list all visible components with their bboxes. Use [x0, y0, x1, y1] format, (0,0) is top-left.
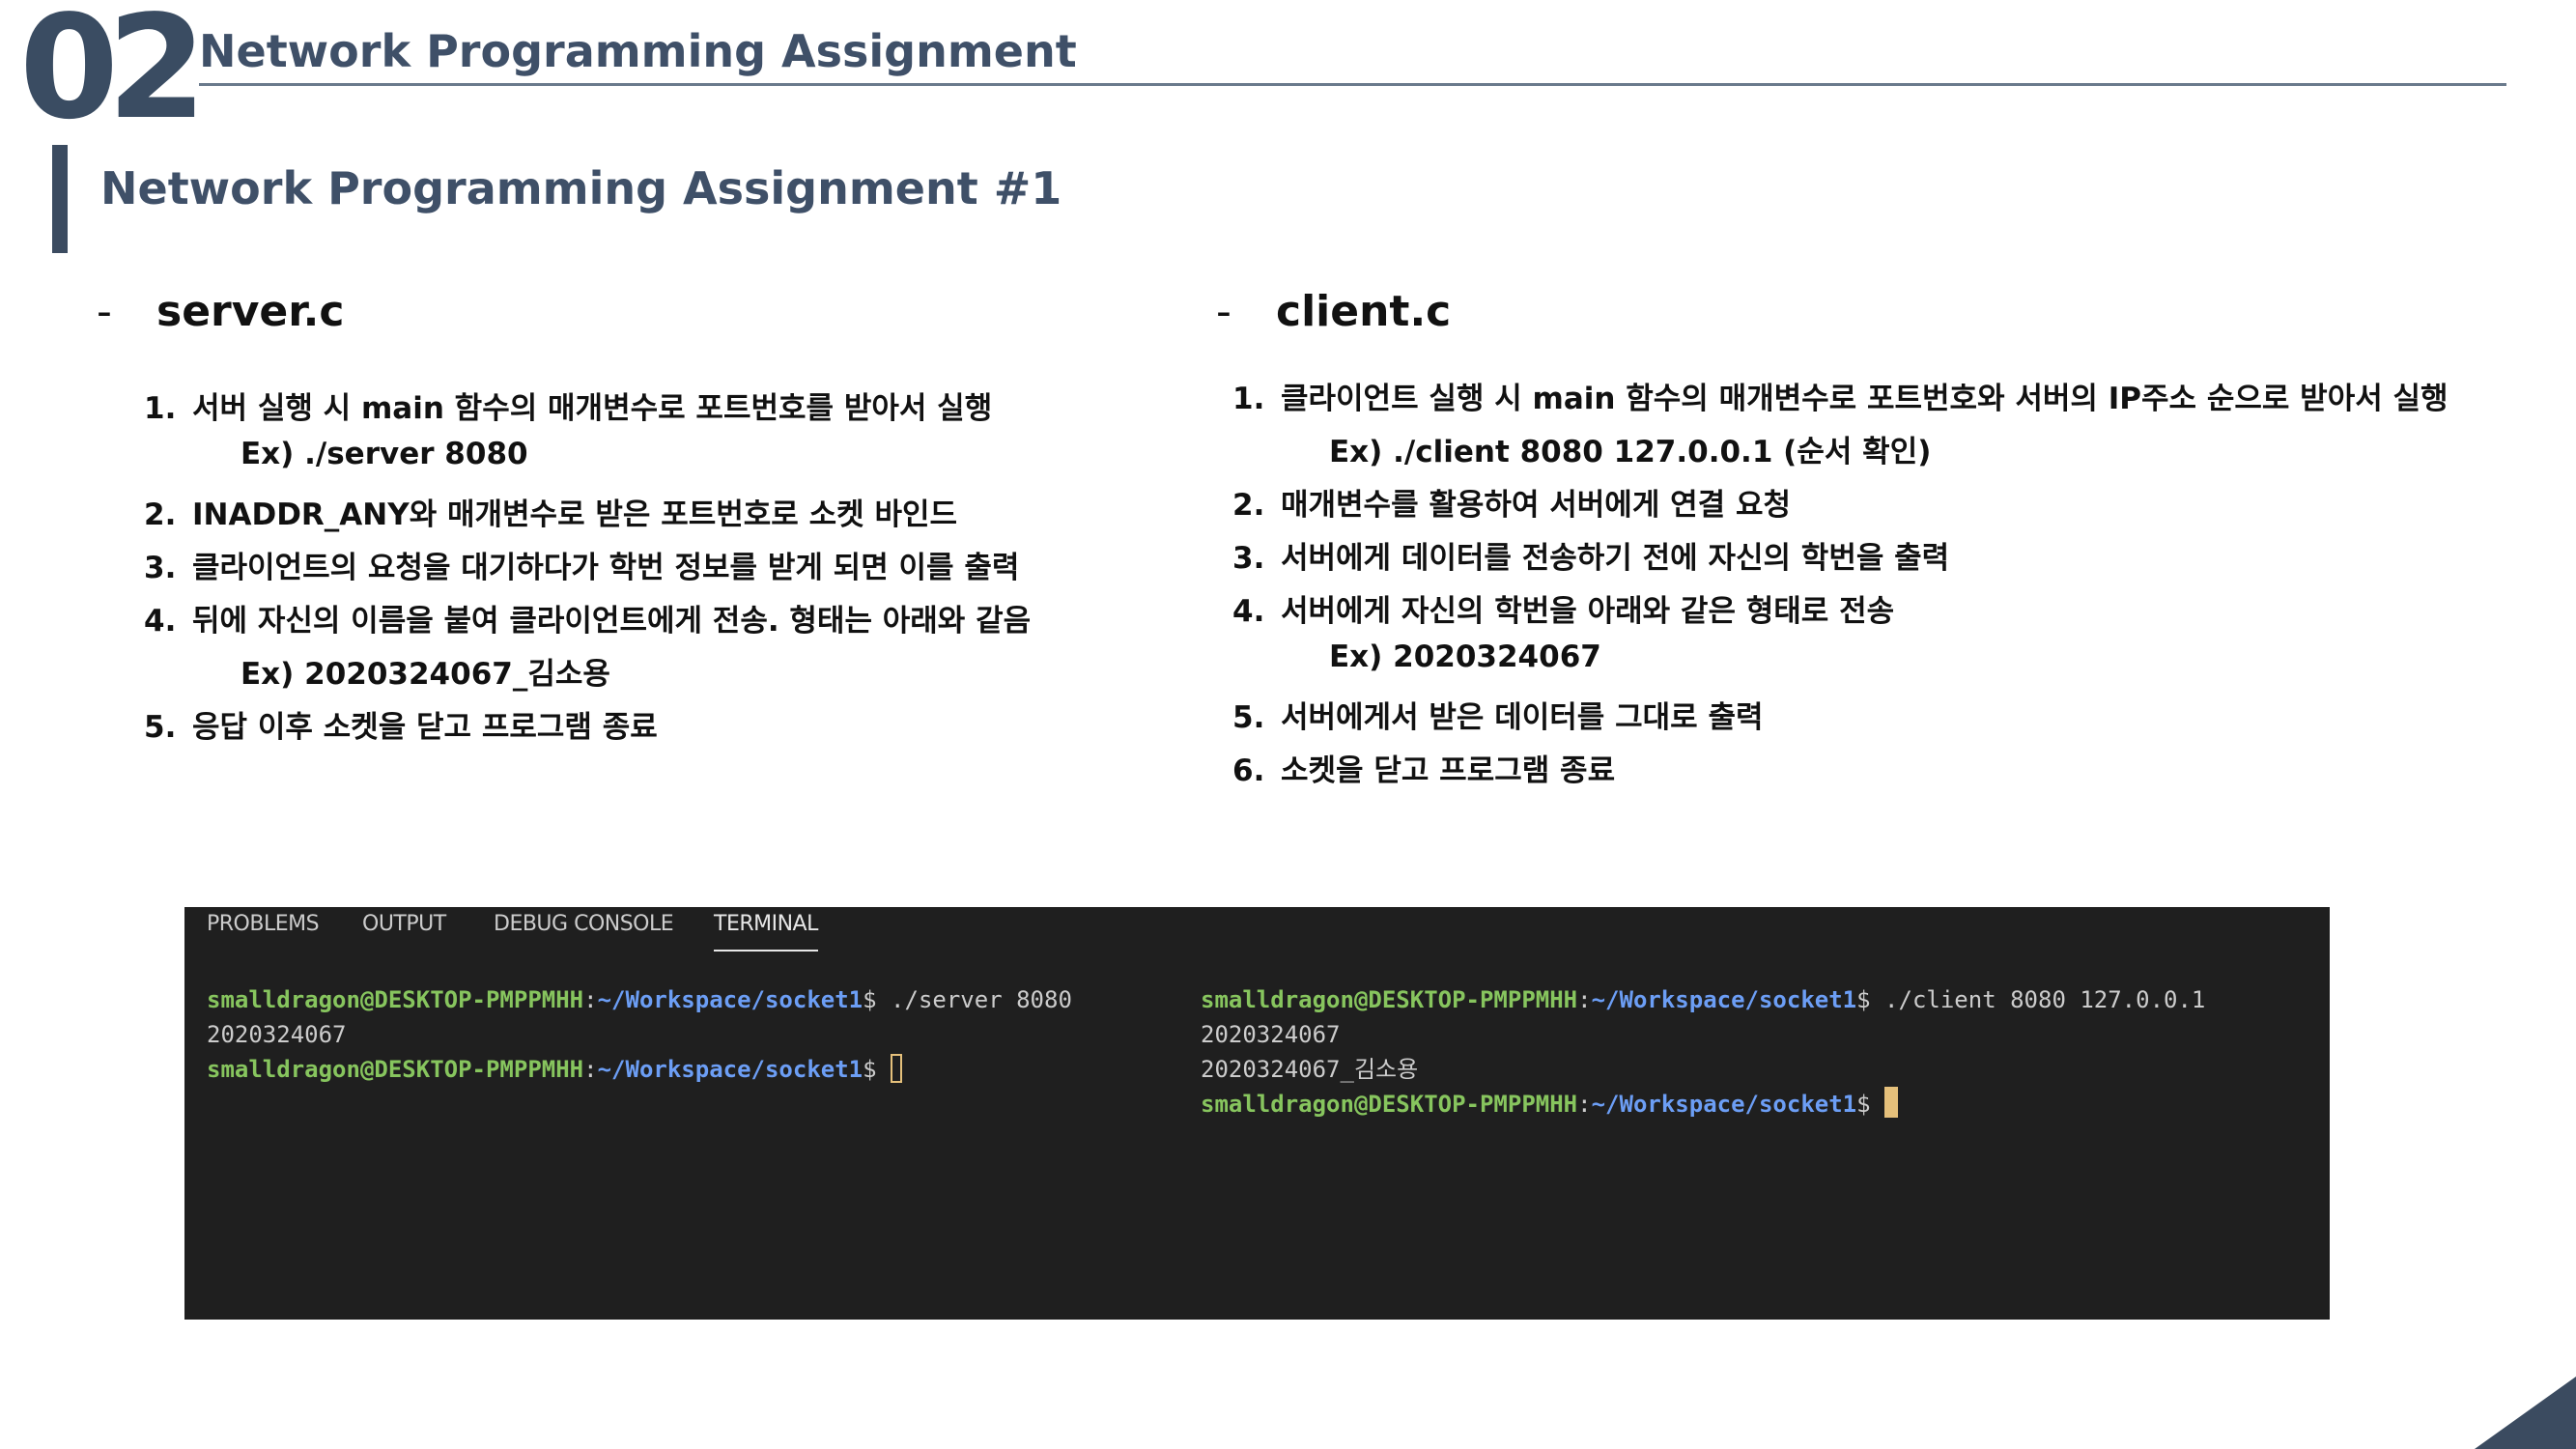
- server-command: ./server 8080: [891, 986, 1072, 1013]
- prompt-symbol: $: [863, 1056, 892, 1083]
- server-step-4: 4. 뒤에 자신의 이름을 붙여 클라이언트에게 전송. 형태는 아래와 같음: [144, 596, 1031, 639]
- server-step-5: 5. 응답 이후 소켓을 닫고 프로그램 종료: [144, 702, 658, 746]
- client-step-1-text: 클라이언트 실행 시 main 함수의 매개변수로 포트번호와 서버의 IP주소…: [1281, 382, 2449, 416]
- server-steps-list: 1. 서버 실행 시 main 함수의 매개변수로 포트번호를 받아서 실행 Ex…: [144, 0, 1110, 745]
- prompt-user-host: smalldragon@DESKTOP-PMPPMHH: [207, 986, 584, 1013]
- server-step-1-number: 1.: [144, 391, 177, 426]
- tab-problems[interactable]: PROBLEMS: [207, 907, 320, 950]
- client-output-line-2: 2020324067_김소용: [1201, 1056, 1419, 1083]
- client-step-2-text: 매개변수를 활용하여 서버에게 연결 요청: [1281, 488, 1792, 523]
- server-step-4-example: Ex) 2020324067_김소용: [241, 657, 610, 692]
- client-step-1: 1. 클라이언트 실행 시 main 함수의 매개변수로 포트번호와 서버의 IP…: [1232, 374, 2449, 417]
- server-step-2-number: 2.: [144, 497, 177, 532]
- client-step-6: 6. 소켓을 닫고 프로그램 종료: [1232, 746, 1615, 789]
- server-step-1: 1. 서버 실행 시 main 함수의 매개변수로 포트번호를 받아서 실행: [144, 384, 992, 427]
- server-heading-dash: -: [97, 287, 112, 336]
- server-step-4-text: 뒤에 자신의 이름을 붙여 클라이언트에게 전송. 형태는 아래와 같음: [192, 604, 1032, 639]
- client-step-6-number: 6.: [1232, 753, 1265, 788]
- prompt-symbol: $: [863, 986, 892, 1013]
- server-step-1-text: 서버 실행 시 main 함수의 매개변수로 포트번호를 받아서 실행: [192, 391, 993, 426]
- server-command-line: smalldragon@DESKTOP-PMPPMHH:~/Workspace/…: [207, 982, 1072, 1017]
- client-step-1-example: Ex) ./client 8080 127.0.0.1 (순서 확인): [1329, 435, 1932, 469]
- tab-output[interactable]: OUTPUT: [362, 907, 446, 950]
- prompt-colon: :: [1577, 1091, 1592, 1118]
- client-step-4-text: 서버에게 자신의 학번을 아래와 같은 형태로 전송: [1281, 594, 1895, 629]
- client-command-line: smalldragon@DESKTOP-PMPPMHH:~/Workspace/…: [1201, 982, 2205, 1017]
- server-heading: - server.c: [97, 287, 344, 336]
- prompt-user-host: smalldragon@DESKTOP-PMPPMHH: [1201, 986, 1578, 1013]
- client-steps-list: 1. 클라이언트 실행 시 main 함수의 매개변수로 포트번호와 서버의 IP…: [1232, 0, 2488, 788]
- corner-decoration: [2475, 1377, 2576, 1449]
- client-prompt-line: smalldragon@DESKTOP-PMPPMHH:~/Workspace/…: [1201, 1087, 1899, 1122]
- client-heading-text: client.c: [1276, 287, 1452, 336]
- server-step-2: 2. INADDR_ANY와 매개변수로 받은 포트번호로 소켓 바인드: [144, 490, 957, 533]
- prompt-path: ~/Workspace/socket1: [1591, 1091, 1857, 1118]
- client-step-3: 3. 서버에게 데이터를 전송하기 전에 자신의 학번을 출력: [1232, 533, 1949, 577]
- client-step-5-text: 서버에게서 받은 데이터를 그대로 출력: [1281, 700, 1764, 735]
- tab-debug-console[interactable]: DEBUG CONSOLE: [494, 907, 674, 950]
- server-heading-text: server.c: [156, 287, 345, 336]
- server-output-line: 2020324067: [207, 1021, 347, 1048]
- server-step-5-number: 5.: [144, 710, 177, 745]
- client-step-4-number: 4.: [1232, 594, 1265, 629]
- prompt-symbol: $: [1856, 986, 1885, 1013]
- section-number: 02: [19, 0, 207, 151]
- prompt-colon: :: [1577, 986, 1592, 1013]
- slide-subtitle: Network Programming Assignment #1: [100, 162, 1062, 214]
- prompt-symbol: $: [1856, 1091, 1885, 1118]
- terminal-panel: PROBLEMS OUTPUT DEBUG CONSOLE TERMINAL s…: [184, 907, 2330, 1320]
- client-step-2-number: 2.: [1232, 488, 1265, 523]
- client-step-5: 5. 서버에게서 받은 데이터를 그대로 출력: [1232, 693, 1764, 736]
- prompt-path: ~/Workspace/socket1: [1591, 986, 1857, 1013]
- server-step-2-text: INADDR_ANY와 매개변수로 받은 포트번호로 소켓 바인드: [192, 497, 958, 532]
- client-output-line-1: 2020324067: [1201, 1021, 1341, 1048]
- client-step-5-number: 5.: [1232, 700, 1265, 735]
- prompt-path: ~/Workspace/socket1: [597, 986, 863, 1013]
- subtitle-accent-bar: [52, 145, 68, 253]
- client-command: ./client 8080 127.0.0.1: [1884, 986, 2206, 1013]
- server-step-3: 3. 클라이언트의 요청을 대기하다가 학번 정보를 받게 되면 이를 출력: [144, 543, 1019, 586]
- client-step-3-number: 3.: [1232, 541, 1265, 576]
- prompt-colon: :: [583, 1056, 598, 1083]
- client-step-3-text: 서버에게 데이터를 전송하기 전에 자신의 학번을 출력: [1281, 541, 1950, 576]
- client-step-2: 2. 매개변수를 활용하여 서버에게 연결 요청: [1232, 480, 1791, 524]
- terminal-cursor: [1884, 1087, 1899, 1118]
- client-heading: - client.c: [1216, 287, 1451, 336]
- prompt-colon: :: [583, 986, 598, 1013]
- client-heading-dash: -: [1216, 287, 1231, 336]
- terminal-cursor: [891, 1054, 903, 1083]
- server-step-5-text: 응답 이후 소켓을 닫고 프로그램 종료: [192, 710, 658, 745]
- prompt-path: ~/Workspace/socket1: [597, 1056, 863, 1083]
- server-step-4-number: 4.: [144, 604, 177, 639]
- header-title: Network Programming Assignment: [199, 25, 1077, 77]
- server-step-3-number: 3.: [144, 551, 177, 585]
- header-divider: [199, 83, 2506, 86]
- server-prompt-line: smalldragon@DESKTOP-PMPPMHH:~/Workspace/…: [207, 1052, 903, 1087]
- server-step-1-example: Ex) ./server 8080: [241, 437, 528, 471]
- tab-terminal[interactable]: TERMINAL: [714, 907, 818, 952]
- prompt-user-host: smalldragon@DESKTOP-PMPPMHH: [1201, 1091, 1578, 1118]
- prompt-user-host: smalldragon@DESKTOP-PMPPMHH: [207, 1056, 584, 1083]
- client-step-4-example: Ex) 2020324067: [1329, 639, 1601, 674]
- client-step-4: 4. 서버에게 자신의 학번을 아래와 같은 형태로 전송: [1232, 586, 1894, 630]
- server-step-3-text: 클라이언트의 요청을 대기하다가 학번 정보를 받게 되면 이를 출력: [192, 551, 1020, 585]
- client-step-1-number: 1.: [1232, 382, 1265, 416]
- client-step-6-text: 소켓을 닫고 프로그램 종료: [1281, 753, 1616, 788]
